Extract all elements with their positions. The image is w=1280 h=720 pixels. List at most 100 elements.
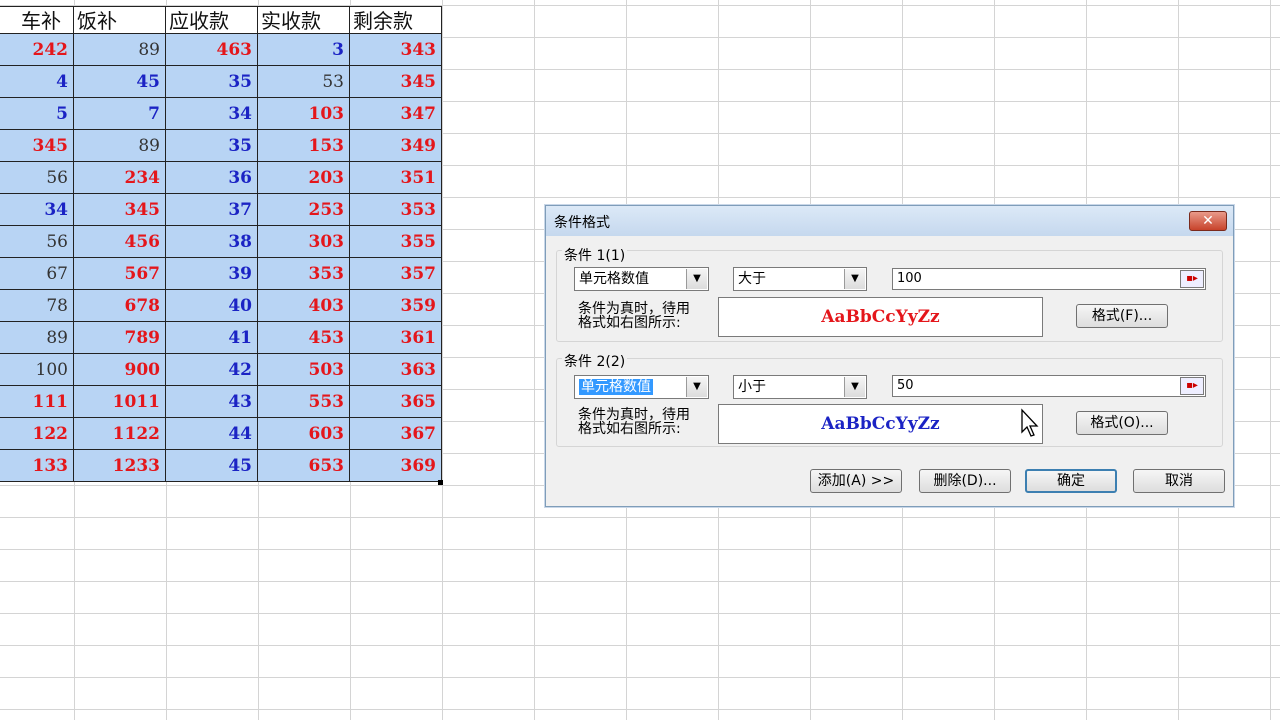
grid-row-line xyxy=(0,677,1280,678)
table-cell[interactable]: 78 xyxy=(0,290,74,322)
chevron-down-icon[interactable]: ▼ xyxy=(844,377,865,397)
table-cell[interactable]: 100 xyxy=(0,354,74,386)
chevron-down-icon[interactable]: ▼ xyxy=(844,269,865,289)
table-cell[interactable]: 89 xyxy=(74,130,166,162)
table-cell[interactable]: 367 xyxy=(350,418,442,450)
grid-row-line xyxy=(0,581,1280,582)
fill-handle[interactable] xyxy=(438,480,443,485)
table-cell[interactable]: 34 xyxy=(166,98,258,130)
table-cell[interactable]: 153 xyxy=(258,130,350,162)
condition-1-operator-select[interactable]: 大于 ▼ xyxy=(733,267,867,291)
table-cell[interactable]: 349 xyxy=(350,130,442,162)
table-cell[interactable]: 242 xyxy=(0,34,74,66)
condition-2-format-button[interactable]: 格式(O)... xyxy=(1076,411,1168,435)
condition-1-format-button[interactable]: 格式(F)... xyxy=(1076,304,1168,328)
table-cell[interactable]: 89 xyxy=(0,322,74,354)
table-cell[interactable]: 4 xyxy=(0,66,74,98)
table-cell[interactable]: 56 xyxy=(0,162,74,194)
table-cell[interactable]: 53 xyxy=(258,66,350,98)
table-cell[interactable]: 363 xyxy=(350,354,442,386)
table-cell[interactable]: 36 xyxy=(166,162,258,194)
table-cell[interactable]: 900 xyxy=(74,354,166,386)
table-cell[interactable]: 351 xyxy=(350,162,442,194)
table-cell[interactable]: 38 xyxy=(166,226,258,258)
table-cell[interactable]: 43 xyxy=(166,386,258,418)
table-cell[interactable]: 345 xyxy=(74,194,166,226)
table-cell[interactable]: 567 xyxy=(74,258,166,290)
condition-2-type-select[interactable]: 单元格数值 ▼ xyxy=(574,375,709,399)
table-cell[interactable]: 1233 xyxy=(74,450,166,482)
table-cell[interactable]: 678 xyxy=(74,290,166,322)
table-cell[interactable]: 1122 xyxy=(74,418,166,450)
table-cell[interactable]: 89 xyxy=(74,34,166,66)
mouse-pointer-icon xyxy=(1021,408,1039,437)
table-cell[interactable]: 39 xyxy=(166,258,258,290)
table-cell[interactable]: 456 xyxy=(74,226,166,258)
table-cell[interactable]: 353 xyxy=(350,194,442,226)
table-cell[interactable]: 365 xyxy=(350,386,442,418)
ok-button[interactable]: 确定 xyxy=(1025,469,1117,493)
table-cell[interactable]: 34 xyxy=(0,194,74,226)
table-cell[interactable]: 122 xyxy=(0,418,74,450)
table-cell[interactable]: 603 xyxy=(258,418,350,450)
table-cell[interactable]: 653 xyxy=(258,450,350,482)
table-cell[interactable]: 67 xyxy=(0,258,74,290)
table-cell[interactable]: 353 xyxy=(258,258,350,290)
delete-button[interactable]: 删除(D)... xyxy=(919,469,1011,493)
table-cell[interactable]: 463 xyxy=(166,34,258,66)
table-cell[interactable]: 345 xyxy=(0,130,74,162)
condition-2-value-input[interactable]: 50 xyxy=(892,375,1206,397)
table-cell[interactable]: 403 xyxy=(258,290,350,322)
condition-2-operator-select[interactable]: 小于 ▼ xyxy=(733,375,867,399)
table-cell[interactable]: 357 xyxy=(350,258,442,290)
table-cell[interactable]: 361 xyxy=(350,322,442,354)
table-cell[interactable]: 3 xyxy=(258,34,350,66)
table-cell[interactable]: 133 xyxy=(0,450,74,482)
table-cell[interactable]: 35 xyxy=(166,130,258,162)
table-cell[interactable]: 234 xyxy=(74,162,166,194)
table-cell[interactable]: 35 xyxy=(166,66,258,98)
range-select-icon[interactable]: ▪▸ xyxy=(1180,377,1204,395)
range-select-icon[interactable]: ▪▸ xyxy=(1180,270,1204,288)
grid-row-line xyxy=(0,645,1280,646)
table-cell[interactable]: 369 xyxy=(350,450,442,482)
table-cell[interactable]: 37 xyxy=(166,194,258,226)
table-cell[interactable]: 347 xyxy=(350,98,442,130)
condition-1-type-select[interactable]: 单元格数值 ▼ xyxy=(574,267,709,291)
table-cell[interactable]: 56 xyxy=(0,226,74,258)
table-cell[interactable]: 253 xyxy=(258,194,350,226)
table-cell[interactable]: 203 xyxy=(258,162,350,194)
table-cell[interactable]: 355 xyxy=(350,226,442,258)
condition-1-value-input[interactable]: 100 xyxy=(892,268,1206,290)
column-header[interactable]: 剩余款 xyxy=(350,6,442,34)
table-cell[interactable]: 303 xyxy=(258,226,350,258)
table-cell[interactable]: 345 xyxy=(350,66,442,98)
table-cell[interactable]: 5 xyxy=(0,98,74,130)
table-cell[interactable]: 103 xyxy=(258,98,350,130)
table-cell[interactable]: 40 xyxy=(166,290,258,322)
add-button[interactable]: 添加(A) >> xyxy=(810,469,902,493)
table-cell[interactable]: 359 xyxy=(350,290,442,322)
column-header[interactable]: 饭补 xyxy=(74,6,166,34)
table-cell[interactable]: 343 xyxy=(350,34,442,66)
cancel-button[interactable]: 取消 xyxy=(1133,469,1225,493)
table-cell[interactable]: 453 xyxy=(258,322,350,354)
column-header[interactable]: 实收款 xyxy=(258,6,350,34)
table-cell[interactable]: 789 xyxy=(74,322,166,354)
column-header[interactable]: 应收款 xyxy=(166,6,258,34)
close-button[interactable]: ✕ xyxy=(1189,211,1227,231)
chevron-down-icon[interactable]: ▼ xyxy=(686,269,707,289)
table-cell[interactable]: 45 xyxy=(74,66,166,98)
table-cell[interactable]: 1011 xyxy=(74,386,166,418)
dialog-titlebar[interactable]: 条件格式 ✕ xyxy=(546,206,1233,236)
table-cell[interactable]: 45 xyxy=(166,450,258,482)
chevron-down-icon[interactable]: ▼ xyxy=(686,377,707,397)
table-cell[interactable]: 42 xyxy=(166,354,258,386)
table-cell[interactable]: 7 xyxy=(74,98,166,130)
table-cell[interactable]: 44 xyxy=(166,418,258,450)
table-cell[interactable]: 111 xyxy=(0,386,74,418)
table-cell[interactable]: 503 xyxy=(258,354,350,386)
table-cell[interactable]: 41 xyxy=(166,322,258,354)
column-header[interactable]: 车补 xyxy=(0,6,74,34)
table-cell[interactable]: 553 xyxy=(258,386,350,418)
